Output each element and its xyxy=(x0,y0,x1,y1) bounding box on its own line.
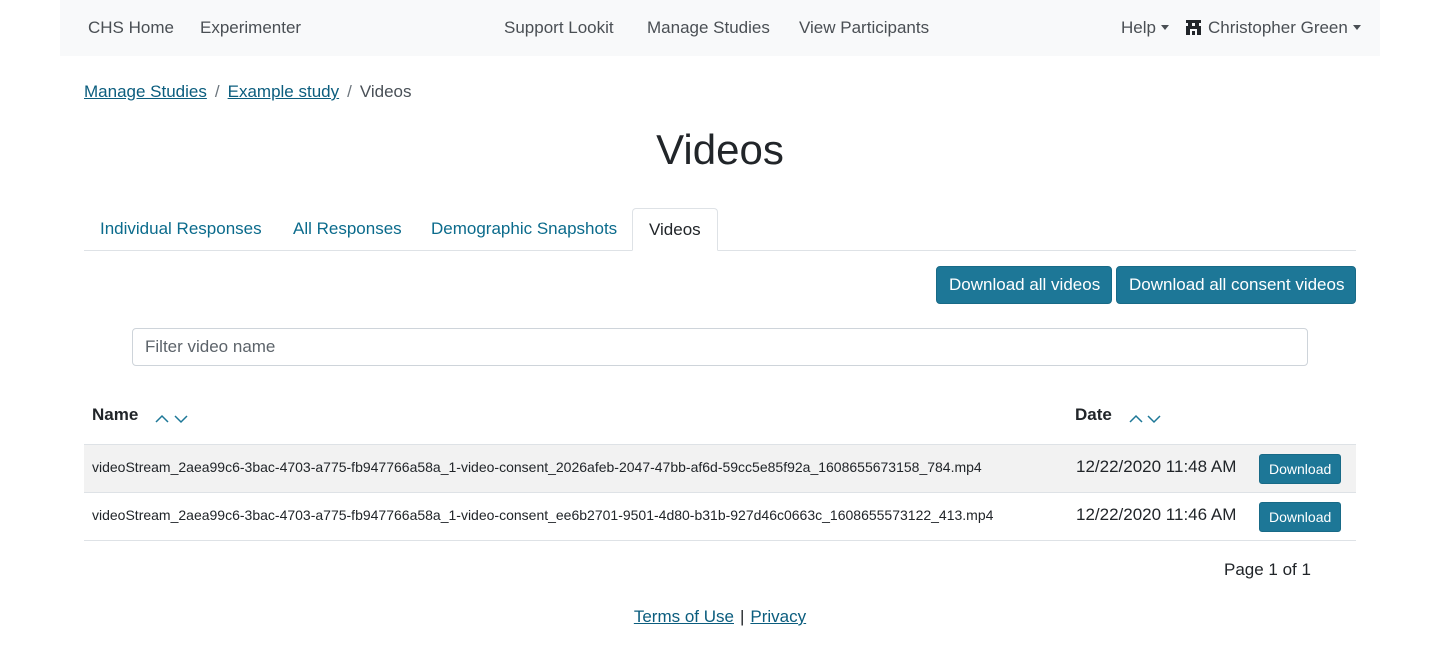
user-name: Christopher Green xyxy=(1208,18,1348,37)
user-dropdown[interactable]: Christopher Green xyxy=(1185,18,1361,41)
column-header-date: Date xyxy=(1075,405,1161,429)
table-bottom-border xyxy=(84,540,1356,541)
footer: Terms of Use | Privacy xyxy=(0,607,1440,627)
sort-ascending-icon[interactable] xyxy=(1129,414,1143,424)
filter-video-name-input[interactable] xyxy=(132,328,1308,366)
pagination-text: Page 1 of 1 xyxy=(1224,560,1311,579)
column-header-name: Name xyxy=(92,405,188,429)
sort-descending-icon[interactable] xyxy=(1147,414,1161,424)
tab-bar: Individual Responses All Responses Demog… xyxy=(84,208,1356,251)
sort-descending-icon[interactable] xyxy=(174,414,188,424)
nav-link-experimenter[interactable]: Experimenter xyxy=(200,18,301,38)
breadcrumb-separator: / xyxy=(214,82,220,101)
nav-link-chs-home[interactable]: CHS Home xyxy=(88,18,174,38)
footer-privacy-link[interactable]: Privacy xyxy=(750,607,806,626)
help-label: Help xyxy=(1121,18,1156,37)
tab-demographic-snapshots[interactable]: Demographic Snapshots xyxy=(415,208,633,249)
caret-down-icon xyxy=(1352,25,1361,30)
download-all-consent-videos-button[interactable]: Download all consent videos xyxy=(1116,266,1356,304)
page-title: Videos xyxy=(656,126,784,173)
nav-link-view-participants[interactable]: View Participants xyxy=(799,18,929,38)
video-name-cell: videoStream_2aea99c6-3bac-4703-a775-fb94… xyxy=(92,459,982,475)
table-row: videoStream_2aea99c6-3bac-4703-a775-fb94… xyxy=(84,492,1356,541)
column-header-name-label: Name xyxy=(92,405,139,424)
top-navbar: CHS Home Experimenter Support Lookit Man… xyxy=(60,0,1380,56)
sort-ascending-icon[interactable] xyxy=(155,414,169,424)
tab-individual-responses[interactable]: Individual Responses xyxy=(84,208,278,249)
breadcrumb-separator: / xyxy=(347,82,352,101)
download-button[interactable]: Download xyxy=(1259,454,1342,484)
caret-down-icon xyxy=(1160,25,1169,30)
tab-all-responses[interactable]: All Responses xyxy=(277,208,418,249)
download-button[interactable]: Download xyxy=(1259,502,1342,532)
breadcrumb-example-study[interactable]: Example study xyxy=(228,82,340,101)
nav-link-manage-studies[interactable]: Manage Studies xyxy=(647,18,770,38)
video-date-cell: 12/22/2020 11:46 AM xyxy=(1076,505,1237,524)
footer-separator: | xyxy=(739,607,745,626)
nav-link-support-lookit[interactable]: Support Lookit xyxy=(504,18,614,38)
breadcrumb: Manage Studies / Example study / Videos xyxy=(84,82,412,102)
table-row: videoStream_2aea99c6-3bac-4703-a775-fb94… xyxy=(84,444,1356,493)
user-glyph-icon xyxy=(1185,19,1202,41)
column-header-date-label: Date xyxy=(1075,405,1112,424)
video-name-cell: videoStream_2aea99c6-3bac-4703-a775-fb94… xyxy=(92,507,994,523)
tab-videos[interactable]: Videos xyxy=(632,208,718,251)
footer-terms-link[interactable]: Terms of Use xyxy=(634,607,734,626)
breadcrumb-current: Videos xyxy=(359,82,412,101)
video-date-cell: 12/22/2020 11:48 AM xyxy=(1076,457,1237,476)
help-dropdown[interactable]: Help xyxy=(1121,18,1169,38)
breadcrumb-manage-studies[interactable]: Manage Studies xyxy=(84,82,207,101)
download-all-videos-button[interactable]: Download all videos xyxy=(936,266,1112,304)
